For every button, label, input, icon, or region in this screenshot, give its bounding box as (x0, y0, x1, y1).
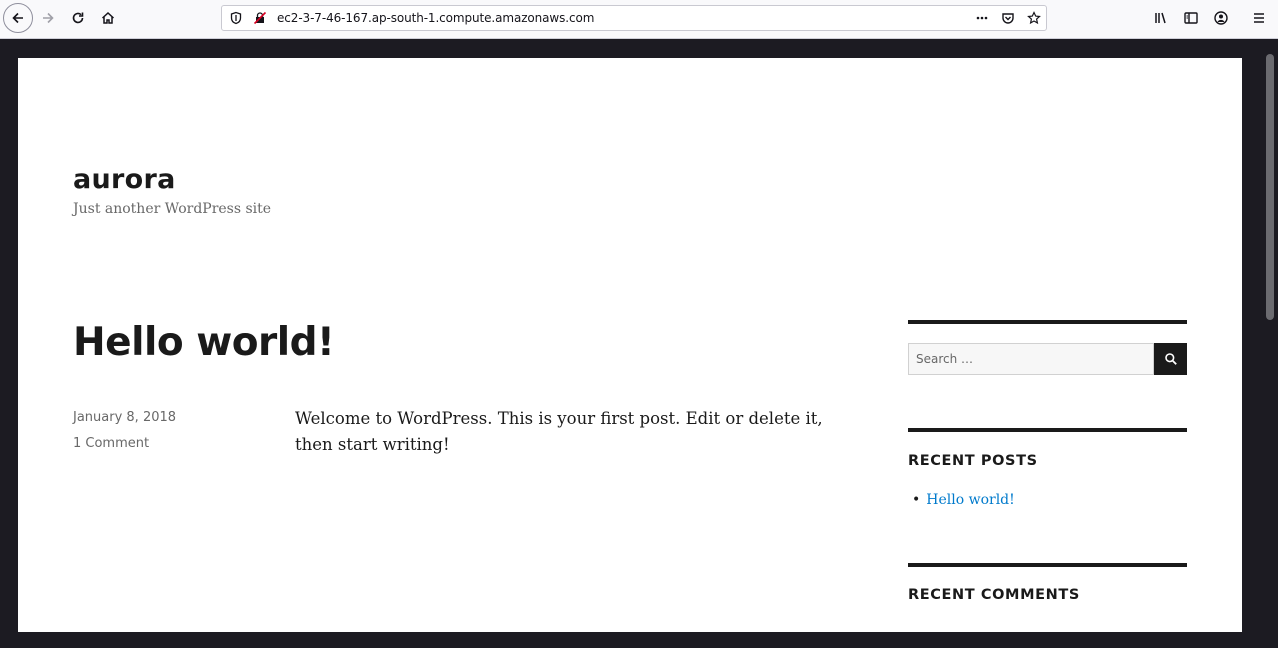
url-bar[interactable]: ec2-3-7-46-167.ap-south-1.compute.amazon… (221, 5, 1047, 31)
search-button[interactable] (1154, 343, 1187, 375)
post-content: Welcome to WordPress. This is your first… (295, 409, 823, 454)
browser-toolbar: ec2-3-7-46-167.ap-south-1.compute.amazon… (0, 0, 1278, 39)
search-icon (1164, 353, 1177, 365)
recent-comments-title: RECENT COMMENTS (908, 587, 1080, 603)
post-title[interactable]: Hello world! (73, 320, 335, 365)
forward-icon[interactable] (34, 4, 62, 32)
scrollbar[interactable] (1262, 48, 1278, 648)
shield-icon[interactable] (228, 10, 244, 26)
recent-post-item[interactable]: • Hello world! (912, 492, 1015, 508)
site-description: Just another WordPress site (73, 201, 272, 217)
account-icon[interactable] (1207, 4, 1235, 32)
reload-icon[interactable] (64, 4, 92, 32)
recent-post-link[interactable]: Hello world! (926, 492, 1015, 508)
page-content: aurora Just another WordPress site Hello… (18, 58, 1242, 632)
library-icon[interactable] (1147, 4, 1175, 32)
post-date[interactable]: January 8, 2018 (73, 410, 176, 425)
site-title[interactable]: aurora (73, 164, 176, 195)
widget-divider (908, 428, 1187, 432)
search-input[interactable]: Search … (908, 343, 1154, 375)
bookmark-star-icon[interactable] (1026, 10, 1042, 26)
home-icon[interactable] (94, 4, 122, 32)
recent-posts-title: RECENT POSTS (908, 453, 1038, 469)
insecure-lock-icon[interactable] (252, 10, 268, 26)
pocket-icon[interactable] (1000, 10, 1016, 26)
sidebar-icon[interactable] (1177, 4, 1205, 32)
back-icon[interactable] (3, 3, 33, 33)
post-comments-link[interactable]: 1 Comment (73, 436, 149, 451)
url-text[interactable]: ec2-3-7-46-167.ap-south-1.compute.amazon… (277, 11, 594, 25)
more-icon[interactable] (974, 10, 990, 26)
bullet: • (912, 492, 921, 508)
menu-icon[interactable] (1245, 4, 1273, 32)
widget-divider (908, 563, 1187, 567)
scroll-thumb[interactable] (1266, 54, 1274, 320)
widget-divider (908, 320, 1187, 324)
